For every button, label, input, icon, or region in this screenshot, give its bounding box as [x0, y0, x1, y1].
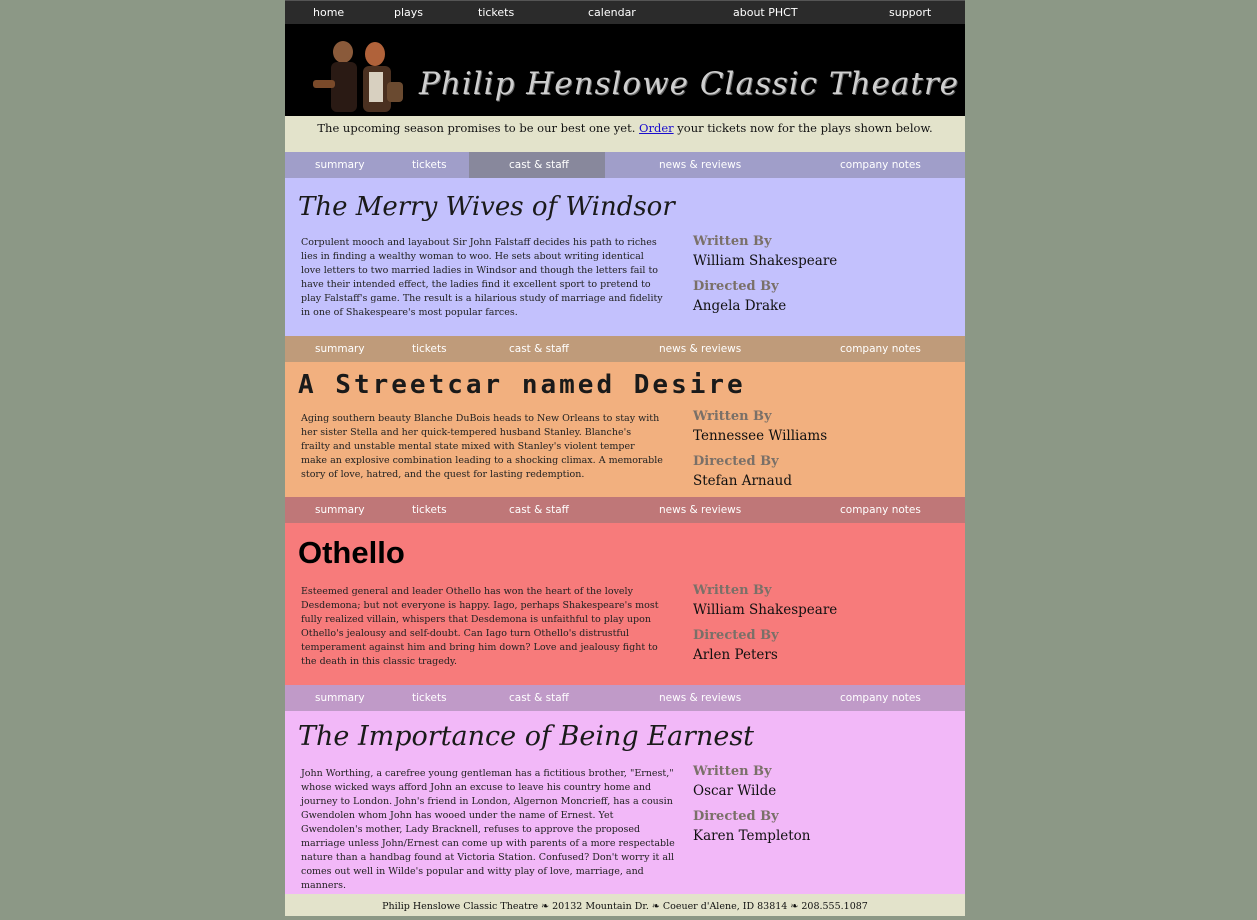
director-name: Angela Drake — [693, 298, 787, 314]
play-nav: summary tickets cast & staff news & revi… — [285, 685, 965, 711]
director-name: Stefan Arnaud — [693, 473, 792, 489]
play-section: A Streetcar named Desire Aging southern … — [285, 362, 965, 497]
nav-support[interactable]: support — [889, 6, 931, 19]
tab-tickets[interactable]: tickets — [412, 152, 447, 178]
top-nav: home plays tickets calendar about PHCT s… — [285, 0, 965, 25]
tab-tickets[interactable]: tickets — [412, 336, 447, 362]
tab-news-reviews[interactable]: news & reviews — [659, 685, 741, 711]
play-nav: summary tickets cast & staff news & revi… — [285, 497, 965, 523]
banner: Philip Henslowe Classic Theatre — [285, 24, 965, 116]
play-description: Corpulent mooch and layabout Sir John Fa… — [301, 237, 663, 318]
play-title: The Merry Wives of Windsor — [298, 192, 675, 222]
writer-name: Oscar Wilde — [693, 783, 777, 799]
writer-name: Tennessee Williams — [693, 428, 828, 444]
nav-home[interactable]: home — [313, 6, 344, 19]
written-by-label: Written By — [693, 764, 772, 779]
tab-cast-staff[interactable]: cast & staff — [509, 685, 569, 711]
play-nav: summary tickets cast & staff news & revi… — [285, 336, 965, 362]
tab-company-notes[interactable]: company notes — [840, 497, 921, 523]
play-title: A Streetcar named Desire — [298, 370, 746, 400]
directed-by-label: Directed By — [693, 279, 779, 294]
intro-before: The upcoming season promises to be our b… — [317, 121, 640, 135]
play-description: John Worthing, a carefree young gentlema… — [301, 768, 675, 891]
nav-tickets[interactable]: tickets — [478, 6, 514, 19]
footer-address: Philip Henslowe Classic Theatre ❧ 20132 … — [285, 894, 965, 916]
tab-company-notes[interactable]: company notes — [840, 336, 921, 362]
play-title: The Importance of Being Earnest — [298, 721, 755, 752]
tab-news-reviews[interactable]: news & reviews — [659, 336, 741, 362]
intro-text: The upcoming season promises to be our b… — [285, 116, 965, 152]
play-section: The Merry Wives of Windsor Corpulent moo… — [285, 178, 965, 336]
tab-tickets[interactable]: tickets — [412, 685, 447, 711]
tab-summary[interactable]: summary — [315, 152, 365, 178]
director-name: Arlen Peters — [693, 647, 778, 663]
written-by-label: Written By — [693, 409, 772, 424]
tab-news-reviews[interactable]: news & reviews — [659, 152, 741, 178]
nav-calendar[interactable]: calendar — [588, 6, 636, 19]
banner-title: Philip Henslowe Classic Theatre — [419, 66, 959, 102]
actors-photo — [313, 41, 403, 112]
tab-cast-staff[interactable]: cast & staff — [509, 497, 569, 523]
tab-tickets[interactable]: tickets — [412, 497, 447, 523]
tab-summary[interactable]: summary — [315, 336, 365, 362]
directed-by-label: Directed By — [693, 628, 779, 643]
written-by-label: Written By — [693, 583, 772, 598]
play-nav: summary tickets cast & staff news & revi… — [285, 152, 965, 178]
tab-summary[interactable]: summary — [315, 685, 365, 711]
directed-by-label: Directed By — [693, 454, 779, 469]
tab-cast-staff[interactable]: cast & staff — [509, 336, 569, 362]
play-section: Othello Esteemed general and leader Othe… — [285, 523, 965, 685]
tab-company-notes[interactable]: company notes — [840, 685, 921, 711]
writer-name: William Shakespeare — [693, 253, 838, 269]
play-description: Esteemed general and leader Othello has … — [301, 586, 659, 667]
tab-company-notes[interactable]: company notes — [840, 152, 921, 178]
tab-news-reviews[interactable]: news & reviews — [659, 497, 741, 523]
intro-after: your tickets now for the plays shown bel… — [673, 121, 933, 135]
nav-about[interactable]: about PHCT — [733, 6, 798, 19]
page-container: home plays tickets calendar about PHCT s… — [285, 0, 965, 916]
nav-plays[interactable]: plays — [394, 6, 423, 19]
tab-cast-staff[interactable]: cast & staff — [509, 152, 569, 178]
play-description: Aging southern beauty Blanche DuBois hea… — [301, 413, 663, 480]
written-by-label: Written By — [693, 234, 772, 249]
play-section: The Importance of Being Earnest John Wor… — [285, 711, 965, 894]
play-title: Othello — [298, 535, 405, 570]
order-link[interactable]: Order — [639, 121, 674, 135]
director-name: Karen Templeton — [693, 828, 811, 844]
writer-name: William Shakespeare — [693, 602, 838, 618]
directed-by-label: Directed By — [693, 809, 779, 824]
tab-summary[interactable]: summary — [315, 497, 365, 523]
